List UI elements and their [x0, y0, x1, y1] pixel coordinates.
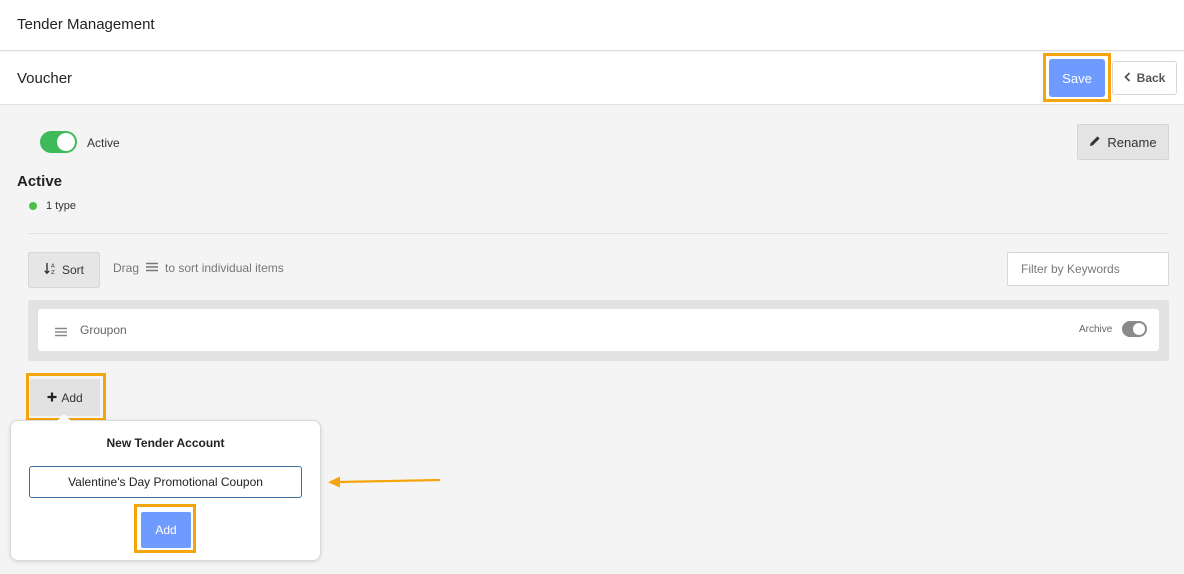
sort-hint-prefix: Drag — [113, 261, 140, 275]
archive-label: Archive — [1079, 324, 1113, 335]
divider — [28, 233, 1169, 234]
popover-add-highlight — [134, 504, 196, 553]
sort-hint-suffix: to sort individual items — [165, 261, 284, 275]
tender-list: Groupon Archive — [28, 300, 1169, 361]
svg-text:A: A — [51, 264, 55, 270]
active-toggle-label: Active — [87, 136, 120, 150]
back-button[interactable]: Back — [1112, 61, 1177, 95]
sort-label: Sort — [61, 263, 84, 277]
rename-button[interactable]: Rename — [1077, 124, 1169, 160]
type-count: 1 type — [46, 200, 76, 212]
add-label: Add — [61, 390, 83, 405]
tender-name-input[interactable] — [29, 466, 302, 498]
chevron-left-icon — [1123, 71, 1131, 85]
annotation-arrow — [328, 476, 441, 488]
pencil-icon — [1089, 135, 1101, 150]
back-label: Back — [1136, 71, 1166, 85]
app-title: Tender Management — [17, 16, 155, 33]
plus-icon — [47, 391, 57, 405]
status-dot — [29, 202, 37, 210]
sort-hint: Drag to sort individual items — [113, 261, 284, 275]
page-title: Voucher — [17, 70, 73, 87]
page-header: Voucher — [0, 52, 1184, 105]
filter-input[interactable] — [1007, 252, 1169, 286]
popover-arrow — [56, 414, 72, 422]
svg-text:Z: Z — [51, 270, 55, 275]
drag-handle-icon — [146, 261, 159, 275]
save-button[interactable]: Save — [1049, 59, 1105, 97]
section-heading: Active — [17, 173, 63, 190]
popover-title: New Tender Account — [106, 436, 225, 450]
app-header: Tender Management — [0, 0, 1184, 51]
rename-label: Rename — [1107, 134, 1157, 150]
active-toggle[interactable] — [40, 131, 77, 153]
add-button[interactable]: Add — [30, 379, 100, 416]
list-item[interactable]: Groupon Archive — [38, 309, 1159, 351]
archive-toggle[interactable] — [1122, 321, 1147, 337]
sort-icon: A Z — [44, 262, 58, 278]
item-name: Groupon — [80, 323, 127, 337]
drag-handle-icon[interactable] — [55, 324, 67, 342]
sort-button[interactable]: A Z Sort — [28, 252, 100, 288]
